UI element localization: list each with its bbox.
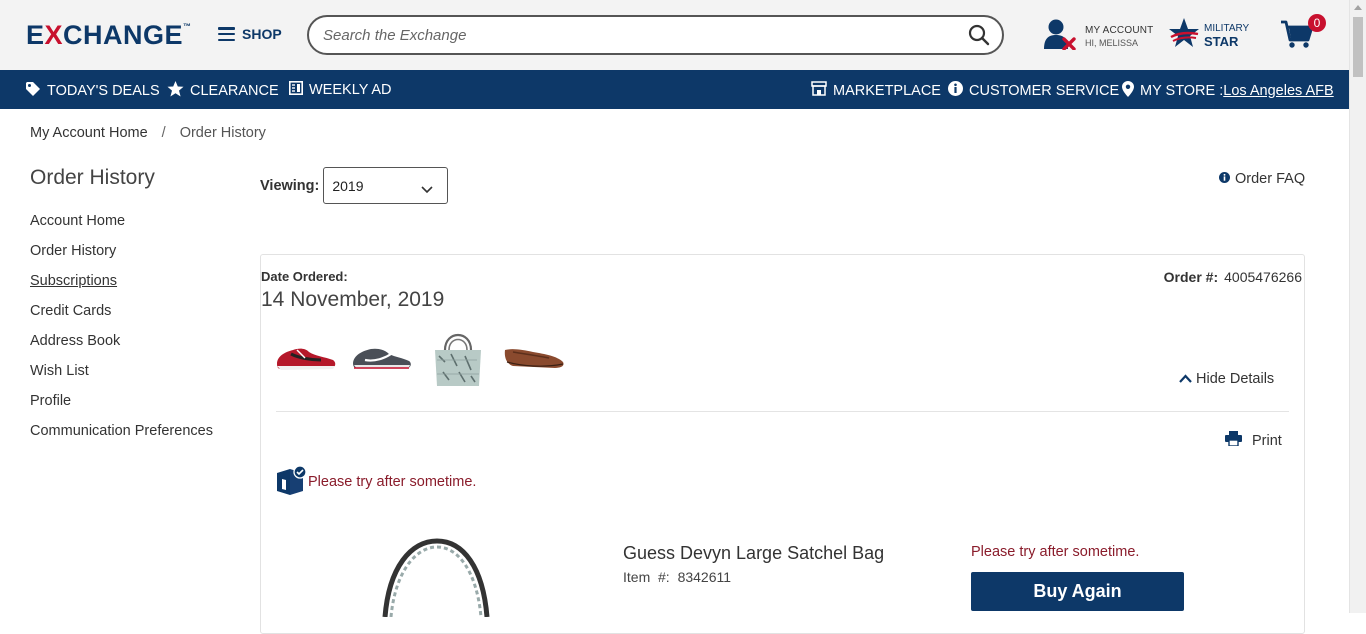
viewing-label: Viewing: (260, 177, 320, 194)
nav-my-store-label: MY STORE : (1140, 83, 1224, 99)
order-card: Date Ordered: 14 November, 2019 Order #:… (260, 254, 1305, 634)
product-item-value: 8342611 (677, 569, 732, 585)
search-input[interactable] (323, 25, 943, 45)
thumbnail-gray-sneaker[interactable] (351, 325, 413, 389)
cart-count-badge: 0 (1308, 14, 1326, 32)
account-label: MY ACCOUNT (1085, 25, 1154, 36)
nav-marketplace[interactable]: MARKETPLACE (811, 81, 941, 100)
exchange-logo[interactable]: EXCHANGE™ (26, 20, 192, 51)
sidebar-title: Order History (30, 166, 155, 189)
military-star-line1: MILITARY (1204, 22, 1250, 34)
product-error-message: Please try after sometime. (971, 544, 1140, 560)
cart-button[interactable]: 0 (1279, 14, 1326, 56)
order-faq-label: Order FAQ (1235, 171, 1306, 187)
order-divider (276, 411, 1289, 412)
hamburger-icon (218, 27, 235, 41)
nav-weekly-ad[interactable]: WEEKLY AD (289, 81, 391, 99)
storefront-icon (811, 81, 827, 100)
info-icon (1219, 171, 1230, 187)
info-icon (948, 81, 963, 100)
hide-details-toggle[interactable]: Hide Details (1179, 371, 1274, 387)
order-item-thumbnails (275, 325, 565, 389)
account-user-icon (1043, 18, 1077, 55)
my-account-link[interactable]: MY ACCOUNT HI, MELISSA (1043, 18, 1154, 55)
breadcrumb-current: Order History (179, 125, 266, 141)
year-select[interactable]: 2019 (323, 167, 449, 204)
breadcrumb: My Account Home / Order History (30, 125, 266, 141)
nav-todays-deals[interactable]: TODAY'S DEALS (25, 81, 160, 101)
nav-clearance[interactable]: CLEARANCE (167, 81, 279, 101)
nav-weekly-ad-label: WEEKLY AD (309, 82, 392, 98)
print-button[interactable]: Print (1225, 431, 1282, 450)
sidebar-item-wish-list[interactable]: Wish List (30, 362, 213, 392)
thumbnail-brown-flat[interactable] (503, 325, 565, 389)
military-star-link[interactable]: MILITARY STAR (1168, 17, 1249, 54)
military-star-line2: STAR (1204, 33, 1239, 49)
product-name-link[interactable]: Guess Devyn Large Satchel Bag (623, 543, 884, 564)
buy-again-button[interactable]: Buy Again (971, 572, 1184, 611)
sidebar-nav: Account Home Order History Subscriptions… (30, 212, 213, 452)
print-label: Print (1252, 432, 1282, 449)
site-header: EXCHANGE™ SHOP MY ACCOUNT HI, MELISSA MI… (0, 0, 1349, 70)
breadcrumb-separator: / (161, 125, 166, 141)
nav-marketplace-label: MARKETPLACE (833, 82, 941, 99)
year-select-value: 2019 (332, 178, 364, 194)
star-icon (167, 81, 184, 101)
order-number-value: 4005476266 (1224, 269, 1302, 285)
date-ordered-value: 14 November, 2019 (261, 288, 445, 311)
sidebar-item-credit-cards[interactable]: Credit Cards (30, 302, 213, 332)
sidebar-item-account-home[interactable]: Account Home (30, 212, 213, 242)
order-number: Order #: 4005476266 (1164, 269, 1302, 285)
nav-customer-service[interactable]: CUSTOMER SERVICE (948, 81, 1119, 100)
sidebar-item-profile[interactable]: Profile (30, 392, 213, 422)
viewing-filter: Viewing: 2019 (260, 167, 449, 204)
nav-todays-deals-label: TODAY'S DEALS (47, 83, 160, 99)
nav-customer-service-label: CUSTOMER SERVICE (969, 82, 1120, 99)
page-scrollbar[interactable] (1349, 0, 1366, 613)
shop-menu-button[interactable]: SHOP (218, 26, 282, 42)
date-ordered-label: Date Ordered: (261, 269, 348, 284)
nav-my-store[interactable]: MY STORE : Los Angeles AFB (1122, 81, 1334, 101)
breadcrumb-home-link[interactable]: My Account Home (30, 125, 148, 141)
sidebar-item-address-book[interactable]: Address Book (30, 332, 213, 362)
newspaper-icon (289, 81, 303, 99)
thumbnail-red-sneaker[interactable] (275, 325, 337, 389)
scroll-up-arrow[interactable] (1354, 5, 1362, 10)
order-status: Please try after sometime. (276, 465, 476, 499)
cart-icon (1279, 20, 1315, 55)
map-pin-icon (1122, 81, 1134, 101)
military-star-icon (1168, 17, 1200, 54)
product-item-label: Item #: (623, 569, 670, 585)
sidebar-item-subscriptions[interactable]: Subscriptions (30, 272, 213, 302)
account-greeting: HI, MELISSA (1085, 38, 1139, 48)
nav-clearance-label: CLEARANCE (190, 83, 279, 99)
chevron-up-icon (1179, 371, 1192, 387)
sidebar-item-communication-preferences[interactable]: Communication Preferences (30, 422, 213, 452)
chevron-down-icon (421, 181, 433, 197)
product-item-number: Item #: 8342611 (623, 569, 731, 585)
thumbnail-satchel-bag[interactable] (427, 325, 489, 389)
order-status-message: Please try after sometime. (308, 474, 477, 490)
search-bar (307, 15, 1004, 55)
printer-icon (1225, 431, 1242, 450)
package-check-icon (276, 465, 307, 499)
sidebar-item-order-history[interactable]: Order History (30, 242, 213, 272)
scrollbar-thumb[interactable] (1353, 17, 1363, 77)
hide-details-label: Hide Details (1196, 371, 1275, 387)
order-number-label: Order #: (1163, 269, 1219, 285)
shop-label: SHOP (242, 26, 282, 42)
tag-icon (25, 81, 41, 101)
search-icon[interactable] (968, 24, 990, 51)
main-nav: TODAY'S DEALS CLEARANCE WEEKLY AD MARKET… (0, 70, 1349, 109)
nav-my-store-value[interactable]: Los Angeles AFB (1223, 83, 1333, 99)
order-faq-link[interactable]: Order FAQ (1219, 171, 1305, 187)
product-image-satchel-bag[interactable] (381, 537, 501, 622)
